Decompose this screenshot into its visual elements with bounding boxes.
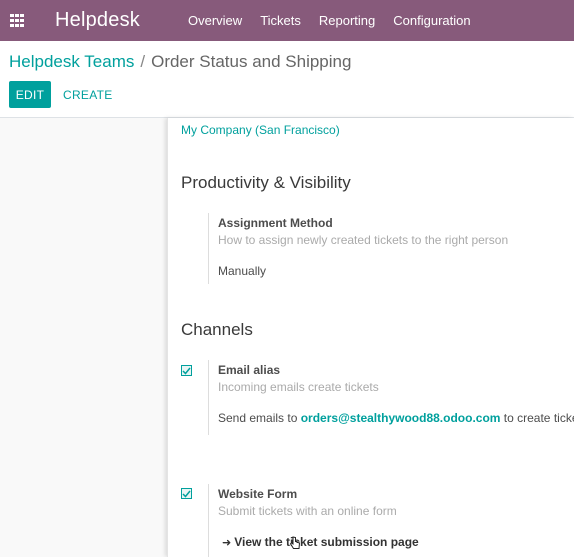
website-form-checkbox[interactable]	[181, 488, 192, 499]
edit-button[interactable]: EDIT	[9, 81, 51, 108]
arrow-right-icon: ➜	[222, 536, 232, 549]
create-button[interactable]: CREATE	[55, 81, 121, 108]
email-alias-address[interactable]: orders@stealthywood88.odoo.com	[301, 411, 501, 425]
email-alias-description: Incoming emails create tickets	[218, 380, 379, 394]
menu-item-tickets[interactable]: Tickets	[251, 0, 310, 41]
apps-menu-icon[interactable]	[10, 14, 25, 27]
view-ticket-submission-link[interactable]: ➜ View the ticket submission page	[222, 535, 419, 549]
checkmark-icon	[182, 490, 191, 498]
section-title-productivity: Productivity & Visibility	[181, 173, 351, 192]
breadcrumb: Helpdesk Teams / Order Status and Shipping	[9, 52, 351, 72]
website-form-description: Submit tickets with an online form	[218, 504, 397, 518]
app-brand[interactable]: Helpdesk	[55, 9, 140, 32]
website-form-label: Website Form	[218, 487, 298, 501]
top-navbar: Helpdesk Overview Tickets Reporting Conf…	[0, 0, 574, 41]
assignment-method-description: How to assign newly created tickets to t…	[218, 233, 509, 247]
email-alias-checkbox[interactable]	[181, 365, 192, 376]
setting-divider	[208, 213, 209, 284]
setting-divider	[208, 484, 209, 557]
menu-item-reporting[interactable]: Reporting	[310, 0, 384, 41]
menu-item-overview[interactable]: Overview	[179, 0, 251, 41]
email-alias-label: Email alias	[218, 363, 281, 377]
breadcrumb-current: Order Status and Shipping	[151, 52, 352, 71]
email-alias-prefix: Send emails to	[218, 411, 301, 425]
section-title-channels: Channels	[181, 320, 253, 339]
checkmark-icon	[182, 367, 191, 375]
main-menu: Overview Tickets Reporting Configuration	[179, 0, 480, 41]
menu-item-configuration[interactable]: Configuration	[384, 0, 479, 41]
breadcrumb-separator: /	[140, 52, 146, 71]
assignment-method-value[interactable]: Manually	[218, 264, 266, 278]
assignment-method-label: Assignment Method	[218, 216, 333, 230]
email-alias-text: Send emails to orders@stealthywood88.odo…	[218, 411, 574, 425]
email-alias-suffix: to create tickets	[503, 411, 574, 425]
breadcrumb-parent[interactable]: Helpdesk Teams	[9, 52, 134, 71]
company-link[interactable]: My Company (San Francisco)	[181, 123, 340, 137]
hand-cursor-icon	[289, 536, 301, 549]
control-panel: Helpdesk Teams / Order Status and Shipping…	[0, 41, 574, 118]
setting-divider	[208, 360, 209, 435]
view-ticket-submission-label: View the ticket submission page	[234, 535, 419, 549]
